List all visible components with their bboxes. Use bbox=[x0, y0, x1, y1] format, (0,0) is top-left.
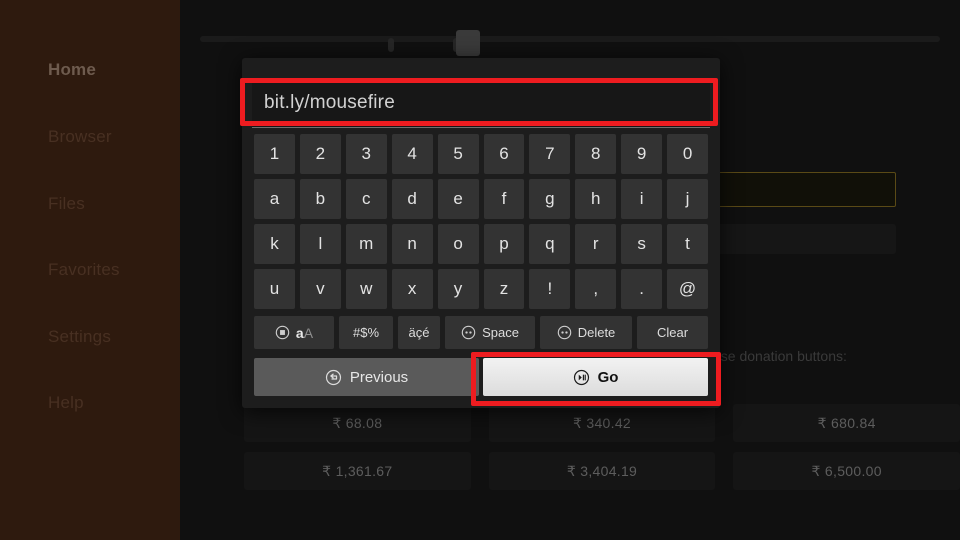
key-2[interactable]: 2 bbox=[299, 134, 341, 174]
key-0[interactable]: 0 bbox=[667, 134, 708, 174]
url-input[interactable]: bit.ly/mousefire bbox=[252, 78, 710, 128]
key-exclamation[interactable]: ! bbox=[529, 269, 571, 309]
key-delete-label: Delete bbox=[577, 325, 616, 340]
case-upper: A bbox=[303, 324, 314, 341]
donation-grid: ₹ 68.08 ₹ 340.42 ₹ 680.84 ₹ 1,361.67 ₹ 3… bbox=[244, 404, 960, 490]
bg-decoration-bar bbox=[200, 36, 940, 42]
circle-back-arrow-icon bbox=[325, 369, 342, 386]
key-symbols[interactable]: #$% bbox=[339, 316, 393, 349]
key-u[interactable]: u bbox=[254, 269, 295, 309]
key-m[interactable]: m bbox=[345, 224, 387, 264]
key-3[interactable]: 3 bbox=[345, 134, 387, 174]
bg-decoration-block bbox=[456, 30, 480, 56]
circle-play-pause-icon bbox=[573, 369, 590, 386]
bg-list-row bbox=[710, 224, 896, 254]
keyboard-row-kt: k l m n o p q r s t bbox=[254, 224, 708, 264]
case-lower: a bbox=[295, 324, 304, 341]
key-delete[interactable]: Delete bbox=[540, 316, 632, 349]
key-b[interactable]: b bbox=[299, 179, 341, 219]
key-a[interactable]: a bbox=[254, 179, 295, 219]
key-l[interactable]: l bbox=[299, 224, 341, 264]
key-v[interactable]: v bbox=[299, 269, 341, 309]
key-period[interactable]: . bbox=[621, 269, 663, 309]
key-x[interactable]: x bbox=[391, 269, 433, 309]
bg-url-field bbox=[710, 172, 896, 207]
keyboard-row-aj: a b c d e f g h i j bbox=[254, 179, 708, 219]
donation-button[interactable]: ₹ 680.84 bbox=[733, 404, 960, 442]
donation-button[interactable]: ₹ 1,361.67 bbox=[244, 452, 471, 490]
key-at[interactable]: @ bbox=[667, 269, 708, 309]
key-o[interactable]: o bbox=[437, 224, 479, 264]
key-w[interactable]: w bbox=[345, 269, 387, 309]
sidebar-item-label: Settings bbox=[48, 327, 112, 346]
sidebar-item-help[interactable]: Help bbox=[48, 393, 84, 413]
key-space-label: Space bbox=[482, 325, 519, 340]
key-k[interactable]: k bbox=[254, 224, 295, 264]
key-g[interactable]: g bbox=[529, 179, 571, 219]
key-h[interactable]: h bbox=[575, 179, 617, 219]
key-j[interactable]: j bbox=[667, 179, 708, 219]
donation-button[interactable]: ₹ 3,404.19 bbox=[488, 452, 716, 490]
key-accents[interactable]: äçé bbox=[398, 316, 440, 349]
donation-button[interactable]: ₹ 6,500.00 bbox=[733, 452, 960, 490]
key-4[interactable]: 4 bbox=[391, 134, 433, 174]
key-toggle-case[interactable]: aA bbox=[254, 316, 334, 349]
key-y[interactable]: y bbox=[437, 269, 479, 309]
key-d[interactable]: d bbox=[391, 179, 433, 219]
key-r[interactable]: r bbox=[575, 224, 617, 264]
donation-button[interactable]: ₹ 340.42 bbox=[488, 404, 716, 442]
key-q[interactable]: q bbox=[529, 224, 571, 264]
sidebar-item-label: Home bbox=[48, 60, 97, 79]
tv-screen: Home Browser Files Favorites Settings He… bbox=[0, 0, 960, 540]
key-comma[interactable]: , bbox=[575, 269, 617, 309]
key-c[interactable]: c bbox=[345, 179, 387, 219]
onscreen-keyboard-dialog: bit.ly/mousefire 1 2 3 4 5 6 7 8 9 0 a b… bbox=[242, 58, 720, 408]
keyboard-function-row: aA #$% äçé Space Delete Clear bbox=[254, 316, 708, 349]
sidebar-item-favorites[interactable]: Favorites bbox=[48, 260, 120, 280]
sidebar-item-settings[interactable]: Settings bbox=[48, 327, 111, 347]
sidebar-item-label: Files bbox=[48, 194, 85, 213]
key-n[interactable]: n bbox=[391, 224, 433, 264]
url-input-wrapper[interactable]: bit.ly/mousefire bbox=[252, 78, 710, 128]
sidebar: Home Browser Files Favorites Settings He… bbox=[0, 0, 180, 540]
go-button[interactable]: Go bbox=[483, 358, 708, 396]
key-z[interactable]: z bbox=[483, 269, 525, 309]
keyboard-action-bar: Previous Go bbox=[254, 358, 708, 396]
key-p[interactable]: p bbox=[483, 224, 525, 264]
circle-two-dots-icon bbox=[557, 325, 572, 340]
sidebar-item-browser[interactable]: Browser bbox=[48, 127, 112, 147]
key-t[interactable]: t bbox=[667, 224, 708, 264]
key-5[interactable]: 5 bbox=[437, 134, 479, 174]
key-f[interactable]: f bbox=[483, 179, 525, 219]
url-input-value: bit.ly/mousefire bbox=[264, 91, 395, 113]
go-button-label: Go bbox=[597, 368, 619, 386]
key-8[interactable]: 8 bbox=[575, 134, 617, 174]
key-s[interactable]: s bbox=[621, 224, 663, 264]
sidebar-item-label: Browser bbox=[48, 127, 112, 146]
sidebar-item-label: Help bbox=[48, 393, 84, 412]
previous-button[interactable]: Previous bbox=[254, 358, 479, 396]
key-1[interactable]: 1 bbox=[254, 134, 295, 174]
bg-note-line1: ase donation buttons: bbox=[713, 348, 847, 364]
keyboard-row-uz: u v w x y z ! , . @ bbox=[254, 269, 708, 309]
key-toggle-case-label: aA bbox=[296, 325, 313, 341]
key-i[interactable]: i bbox=[621, 179, 663, 219]
key-space[interactable]: Space bbox=[445, 316, 535, 349]
keyboard-row-digits: 1 2 3 4 5 6 7 8 9 0 bbox=[254, 134, 708, 174]
sidebar-item-files[interactable]: Files bbox=[48, 194, 85, 214]
key-6[interactable]: 6 bbox=[483, 134, 525, 174]
key-e[interactable]: e bbox=[437, 179, 479, 219]
previous-button-label: Previous bbox=[349, 368, 409, 386]
keyboard-rows: 1 2 3 4 5 6 7 8 9 0 a b c d e f g h i j … bbox=[254, 134, 708, 314]
sidebar-item-home[interactable]: Home bbox=[48, 60, 96, 80]
sidebar-item-label: Favorites bbox=[48, 260, 120, 279]
key-9[interactable]: 9 bbox=[621, 134, 663, 174]
circle-two-dots-icon bbox=[461, 325, 476, 340]
key-7[interactable]: 7 bbox=[529, 134, 571, 174]
circle-square-icon bbox=[275, 325, 290, 340]
key-clear[interactable]: Clear bbox=[637, 316, 708, 349]
donation-button[interactable]: ₹ 68.08 bbox=[244, 404, 471, 442]
bg-decoration-tick bbox=[388, 38, 394, 52]
